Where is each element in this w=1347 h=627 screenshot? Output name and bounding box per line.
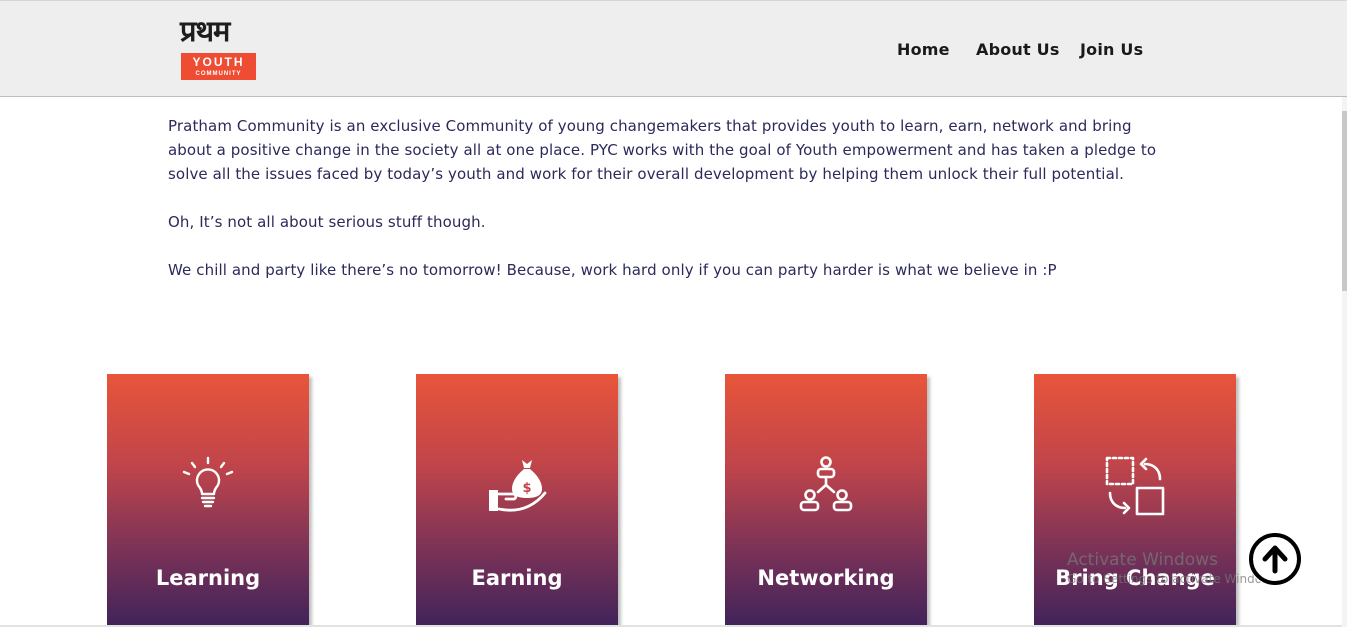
scrollbar-thumb[interactable] [1342, 111, 1347, 291]
logo-hindi-text: प्रथम [180, 14, 230, 48]
page-scrollbar[interactable] [1342, 97, 1347, 627]
transform-arrows-icon [1105, 456, 1165, 516]
nav-about-us-link[interactable]: About Us [976, 39, 1060, 61]
card-earning[interactable]: $ Earning [416, 374, 618, 627]
arrow-up-circle-icon [1249, 533, 1301, 585]
network-people-icon [799, 456, 853, 512]
card-label: Learning [155, 566, 261, 590]
logo-community-text: COMMUNITY [195, 71, 242, 77]
money-bag-hand-icon: $ [489, 460, 547, 512]
logo-youth-text: YOUTH [192, 55, 245, 69]
nav-join-us-link[interactable]: Join Us [1080, 39, 1143, 61]
card-bring-change[interactable]: Bring Change [1034, 374, 1236, 627]
card-networking[interactable]: Networking [725, 374, 927, 627]
card-label: Networking [757, 566, 895, 590]
site-header: प्रथम YOUTH COMMUNITY Home About Us Join… [0, 0, 1347, 97]
about-paragraph: Pratham Community is an exclusive Commun… [168, 117, 1157, 183]
scroll-to-top-button[interactable] [1248, 532, 1302, 586]
about-paragraph: We chill and party like there’s no tomor… [168, 261, 1057, 279]
site-logo[interactable]: प्रथम YOUTH COMMUNITY [180, 14, 256, 81]
nav-home-link[interactable]: Home [897, 39, 950, 61]
lightbulb-icon [182, 456, 234, 508]
card-learning[interactable]: Learning [107, 374, 309, 627]
about-paragraph: Oh, It’s not all about serious stuff tho… [168, 213, 486, 231]
svg-text:$: $ [522, 481, 531, 496]
about-text-section: Pratham Community is an exclusive Commun… [168, 114, 1178, 306]
logo-badge: YOUTH COMMUNITY [181, 53, 256, 80]
card-label: Earning [471, 566, 563, 590]
